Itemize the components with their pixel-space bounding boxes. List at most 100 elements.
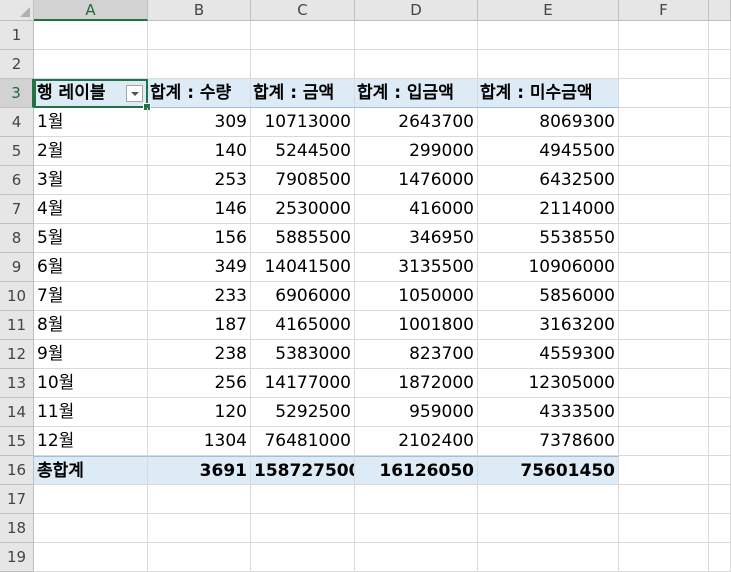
grid-cell[interactable]	[709, 543, 731, 572]
row-header-4[interactable]: 4	[0, 108, 34, 137]
grid-cell[interactable]	[709, 137, 731, 166]
grid-cell[interactable]	[355, 485, 478, 514]
column-header-a[interactable]: A	[34, 0, 148, 21]
row-header-15[interactable]: 15	[0, 427, 34, 456]
grid-cell[interactable]	[619, 282, 709, 311]
pivot-value-cell[interactable]: 76481000	[251, 427, 355, 456]
pivot-total-value[interactable]: 158727500	[251, 456, 355, 485]
grid-cell[interactable]	[355, 514, 478, 543]
grid-cell[interactable]	[34, 543, 148, 572]
grid-cell[interactable]	[619, 485, 709, 514]
grid-cell[interactable]	[148, 485, 251, 514]
pivot-value-cell[interactable]: 4165000	[251, 311, 355, 340]
row-header-10[interactable]: 10	[0, 282, 34, 311]
pivot-value-cell[interactable]: 120	[148, 398, 251, 427]
pivot-value-cell[interactable]: 5383000	[251, 340, 355, 369]
pivot-value-cell[interactable]: 1476000	[355, 166, 478, 195]
pivot-value-cell[interactable]: 140	[148, 137, 251, 166]
grid-cell[interactable]	[478, 543, 619, 572]
pivot-row-label[interactable]: 4월	[34, 195, 148, 224]
grid-cell[interactable]	[619, 253, 709, 282]
pivot-value-cell[interactable]: 253	[148, 166, 251, 195]
pivot-value-cell[interactable]: 10713000	[251, 108, 355, 137]
column-header-d[interactable]: D	[355, 0, 478, 21]
grid-cell[interactable]	[619, 369, 709, 398]
pivot-value-cell[interactable]: 187	[148, 311, 251, 340]
pivot-value-cell[interactable]: 14041500	[251, 253, 355, 282]
pivot-value-header[interactable]: 합계 : 미수금액	[478, 79, 619, 108]
grid-cell[interactable]	[619, 340, 709, 369]
grid-cell[interactable]	[709, 456, 731, 485]
grid-cell[interactable]	[478, 21, 619, 50]
grid-cell[interactable]	[619, 311, 709, 340]
pivot-value-header[interactable]: 합계 : 금액	[251, 79, 355, 108]
grid-cell[interactable]	[709, 485, 731, 514]
pivot-value-cell[interactable]: 5885500	[251, 224, 355, 253]
pivot-value-cell[interactable]: 10906000	[478, 253, 619, 282]
row-header-13[interactable]: 13	[0, 369, 34, 398]
pivot-value-cell[interactable]: 2643700	[355, 108, 478, 137]
grid-cell[interactable]	[619, 108, 709, 137]
pivot-value-cell[interactable]: 7378600	[478, 427, 619, 456]
pivot-value-cell[interactable]: 256	[148, 369, 251, 398]
pivot-value-header[interactable]: 합계 : 수량	[148, 79, 251, 108]
pivot-value-cell[interactable]: 3163200	[478, 311, 619, 340]
grid-cell[interactable]	[709, 340, 731, 369]
pivot-value-cell[interactable]: 1050000	[355, 282, 478, 311]
pivot-value-cell[interactable]: 416000	[355, 195, 478, 224]
pivot-value-cell[interactable]: 1872000	[355, 369, 478, 398]
pivot-value-cell[interactable]: 823700	[355, 340, 478, 369]
pivot-row-label[interactable]: 1월	[34, 108, 148, 137]
grid-cell[interactable]	[619, 166, 709, 195]
grid-cell[interactable]	[619, 50, 709, 79]
pivot-row-label[interactable]: 10월	[34, 369, 148, 398]
grid-cell[interactable]	[619, 543, 709, 572]
grid-cell[interactable]	[619, 21, 709, 50]
grid-cell[interactable]	[478, 514, 619, 543]
grid-cell[interactable]	[478, 485, 619, 514]
pivot-value-cell[interactable]: 5292500	[251, 398, 355, 427]
pivot-total-value[interactable]: 16126050	[355, 456, 478, 485]
pivot-total-value[interactable]: 75601450	[478, 456, 619, 485]
grid-cell[interactable]	[355, 543, 478, 572]
grid-cell[interactable]	[148, 21, 251, 50]
pivot-value-cell[interactable]: 238	[148, 340, 251, 369]
grid-cell[interactable]	[619, 79, 709, 108]
filter-dropdown-icon[interactable]	[126, 85, 143, 102]
grid-cell[interactable]	[251, 514, 355, 543]
pivot-total-value[interactable]: 3691	[148, 456, 251, 485]
grid-cell[interactable]	[251, 485, 355, 514]
pivot-row-label[interactable]: 8월	[34, 311, 148, 340]
row-header-2[interactable]: 2	[0, 50, 34, 79]
grid-cell[interactable]	[619, 514, 709, 543]
grid-cell[interactable]	[709, 427, 731, 456]
column-header-c[interactable]: C	[251, 0, 355, 21]
pivot-value-cell[interactable]: 1304	[148, 427, 251, 456]
grid-cell[interactable]	[619, 195, 709, 224]
grid-cell[interactable]	[619, 137, 709, 166]
grid-cell[interactable]	[709, 311, 731, 340]
grid-cell[interactable]	[34, 21, 148, 50]
grid-cell[interactable]	[619, 456, 709, 485]
grid-cell[interactable]	[709, 108, 731, 137]
grid-cell[interactable]	[34, 50, 148, 79]
row-header-12[interactable]: 12	[0, 340, 34, 369]
pivot-row-label[interactable]: 3월	[34, 166, 148, 195]
pivot-value-cell[interactable]: 4945500	[478, 137, 619, 166]
column-header-g[interactable]	[709, 0, 731, 21]
column-header-e[interactable]: E	[478, 0, 619, 21]
grid-cell[interactable]	[709, 282, 731, 311]
row-header-7[interactable]: 7	[0, 195, 34, 224]
grid-cell[interactable]	[34, 485, 148, 514]
row-header-1[interactable]: 1	[0, 21, 34, 50]
grid-cell[interactable]	[148, 514, 251, 543]
pivot-value-cell[interactable]: 2114000	[478, 195, 619, 224]
grid-cell[interactable]	[709, 224, 731, 253]
grid-cell[interactable]	[355, 21, 478, 50]
row-header-6[interactable]: 6	[0, 166, 34, 195]
row-header-5[interactable]: 5	[0, 137, 34, 166]
pivot-value-cell[interactable]: 346950	[355, 224, 478, 253]
pivot-row-label[interactable]: 12월	[34, 427, 148, 456]
grid-cell[interactable]	[709, 21, 731, 50]
pivot-value-cell[interactable]: 4559300	[478, 340, 619, 369]
